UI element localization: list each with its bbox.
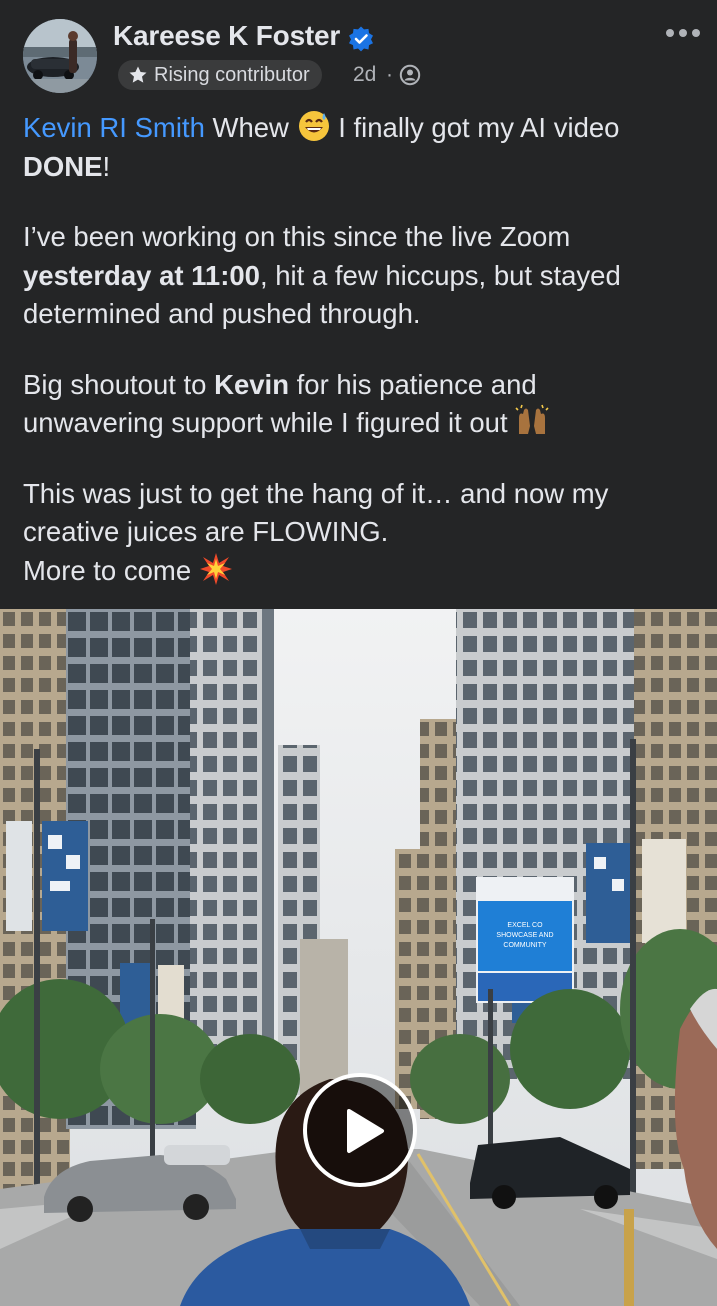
- star-icon: [129, 66, 147, 83]
- body-line-4: yesterday at 11:00, hit a few hiccups, b…: [23, 257, 703, 296]
- author-name[interactable]: Kareese K Foster: [113, 20, 340, 52]
- badge-label: Rising contributor: [154, 64, 310, 86]
- body-text-segment: Whew: [204, 112, 297, 143]
- body-text-segment: unwavering support while I figured it ou…: [23, 407, 516, 438]
- body-text-segment: for his patience and: [289, 368, 537, 400]
- svg-text:EXCEL CO: EXCEL CO: [507, 922, 543, 929]
- mention-link[interactable]: Kevin RI Smith: [23, 112, 205, 143]
- body-bold-kevin: Kevin: [214, 368, 289, 400]
- body-text-segment: Big shoutout to: [23, 368, 215, 400]
- body-text-segment: I finally got my AI video: [330, 112, 620, 143]
- body-line-5: determined and pushed through.: [23, 298, 421, 329]
- body-line-9: creative juices are FLOWING.: [23, 516, 389, 547]
- city-street-scene: EXCEL CO SHOWCASE AND COMMUNITY: [0, 609, 717, 1306]
- body-text-segment: !: [102, 150, 111, 182]
- body-line-10: More to come: [23, 552, 703, 591]
- post-header: Kareese K Foster Rising contributor 2d ·: [0, 0, 717, 105]
- post-body: Kevin RI Smith Whew I finally got my AI …: [23, 109, 703, 590]
- video-thumbnail[interactable]: EXCEL CO SHOWCASE AND COMMUNITY: [0, 609, 717, 1306]
- body-bold-time: yesterday at 11:00: [23, 259, 260, 291]
- privacy-group-icon: [399, 64, 421, 86]
- post-timestamp[interactable]: 2d: [353, 63, 376, 87]
- body-line-1: Kevin RI Smith Whew I finally got my AI …: [23, 109, 703, 148]
- play-button[interactable]: [303, 1073, 417, 1187]
- author-avatar[interactable]: [23, 19, 97, 93]
- body-text-segment: , hit a few hiccups, but stayed: [259, 259, 621, 291]
- body-line-3: I’ve been working on this since the live…: [23, 221, 571, 252]
- body-line-8: This was just to get the hang of it… and…: [23, 477, 609, 509]
- body-text-segment: More to come: [23, 554, 199, 586]
- svg-text:SHOWCASE AND: SHOWCASE AND: [496, 932, 553, 939]
- grinning-sweat-emoji-icon: [298, 111, 329, 141]
- collision-emoji-icon: [199, 552, 232, 585]
- separator-dot: ·: [386, 63, 393, 86]
- svg-text:COMMUNITY: COMMUNITY: [503, 942, 546, 949]
- more-options-icon[interactable]: [662, 22, 704, 44]
- contributor-badge[interactable]: Rising contributor: [118, 60, 322, 90]
- play-icon: [347, 1109, 384, 1153]
- verified-badge-icon: [349, 26, 373, 52]
- body-line-6: Big shoutout to Kevin for his patience a…: [23, 366, 703, 405]
- body-line-7: unwavering support while I figured it ou…: [23, 404, 703, 443]
- raising-hands-emoji-icon: [515, 404, 549, 434]
- body-line-2: DONE!: [23, 148, 703, 187]
- body-bold-done: DONE: [23, 150, 103, 182]
